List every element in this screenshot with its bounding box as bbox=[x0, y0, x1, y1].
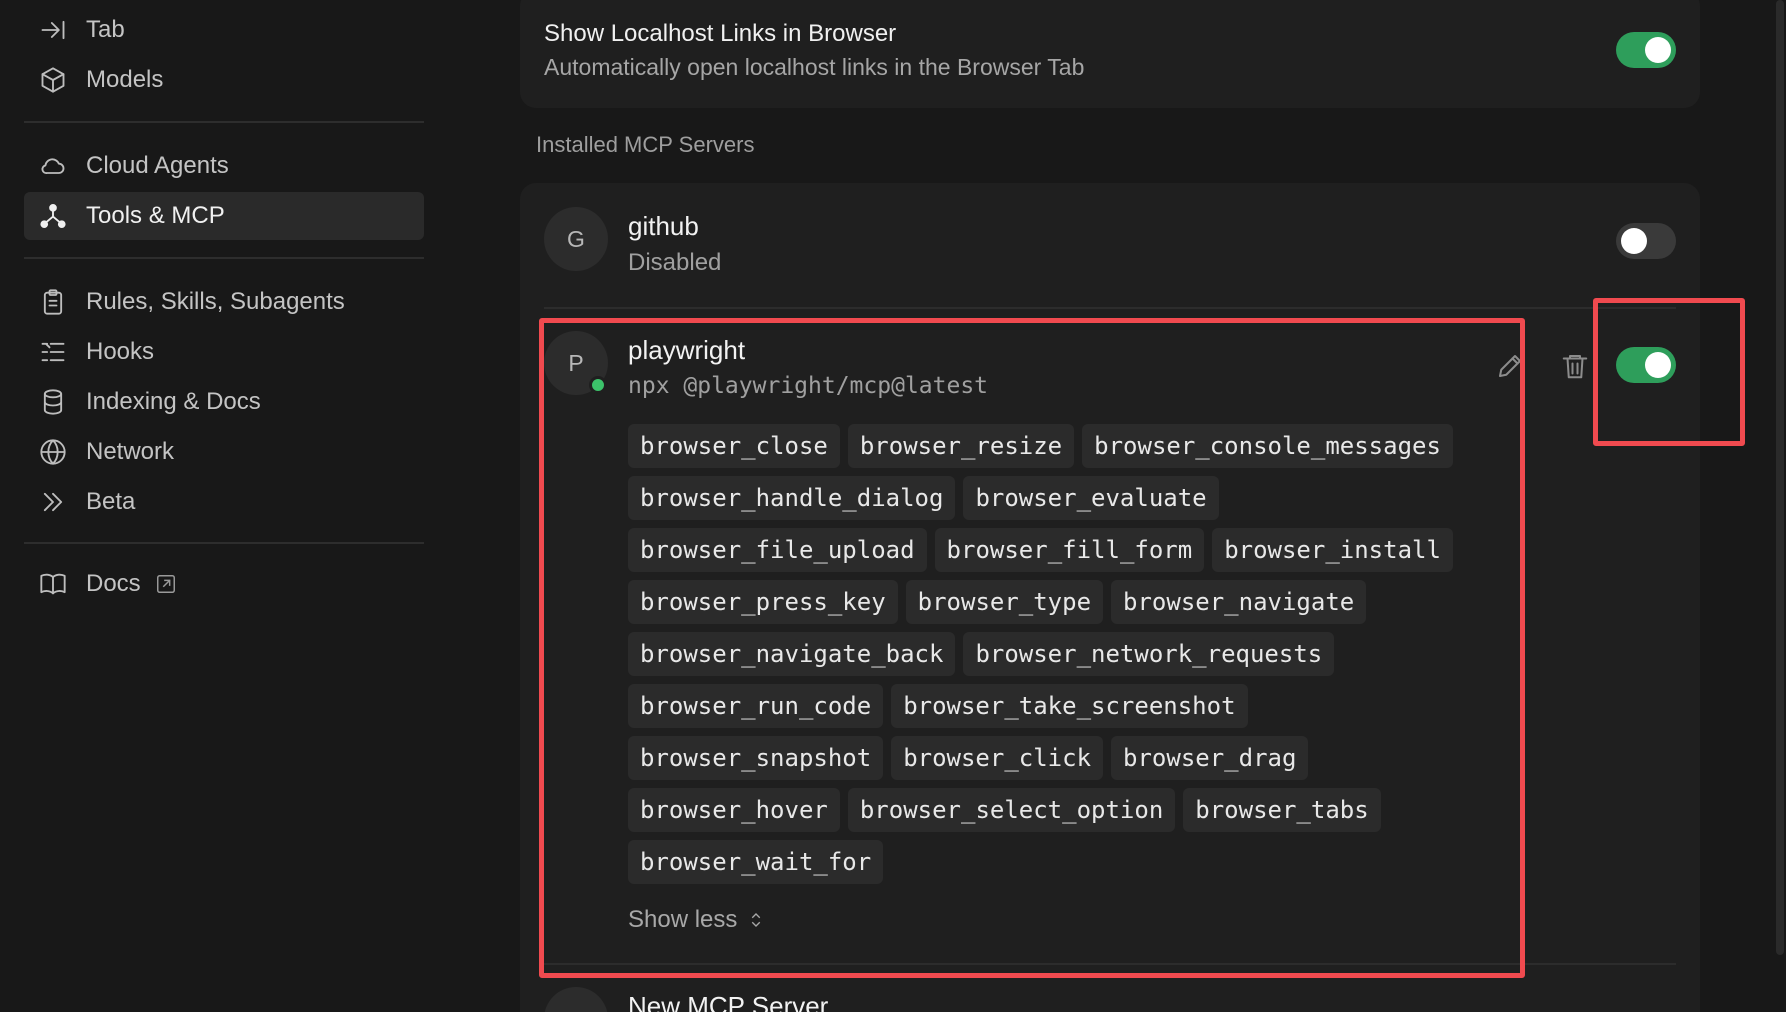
sidebar-divider bbox=[24, 121, 424, 123]
sidebar: Tab Models Cloud Agents Tools & MCP Rule… bbox=[0, 0, 440, 1012]
sidebar-item-label: Models bbox=[86, 66, 164, 93]
sidebar-divider bbox=[24, 257, 424, 259]
sidebar-item-label: Tools & MCP bbox=[86, 202, 225, 229]
sidebar-item-label: Docs bbox=[86, 570, 141, 597]
sidebar-item-label: Cloud Agents bbox=[86, 152, 229, 179]
sidebar-item-cloud-agents[interactable]: Cloud Agents bbox=[24, 142, 424, 190]
github-toggle[interactable] bbox=[1616, 223, 1676, 259]
add-server-icon[interactable]: + bbox=[544, 987, 608, 1012]
sidebar-item-label: Beta bbox=[86, 488, 136, 515]
scrollbar[interactable] bbox=[1776, 0, 1784, 955]
sidebar-item-tools-mcp[interactable]: Tools & MCP bbox=[24, 192, 424, 240]
sidebar-item-label: Hooks bbox=[86, 338, 155, 365]
external-link-icon bbox=[155, 573, 177, 595]
sidebar-item-network[interactable]: Network bbox=[24, 428, 424, 476]
book-icon bbox=[38, 569, 68, 599]
sidebar-item-docs[interactable]: Docs bbox=[24, 560, 424, 608]
server-status: Disabled bbox=[628, 249, 722, 276]
sidebar-item-models[interactable]: Models bbox=[24, 56, 424, 104]
new-mcp-server-label[interactable]: New MCP Server bbox=[628, 991, 828, 1012]
sidebar-item-label: Rules, Skills, Subagents bbox=[86, 288, 345, 315]
tools-nodes-icon bbox=[38, 201, 68, 231]
tab-arrow-icon bbox=[38, 15, 68, 45]
sidebar-item-label: Indexing & Docs bbox=[86, 388, 261, 415]
sidebar-item-label: Tab bbox=[86, 16, 125, 43]
cloud-icon bbox=[38, 151, 68, 181]
globe-icon bbox=[38, 437, 68, 467]
hooks-list-icon bbox=[38, 337, 68, 367]
highlight-box-server bbox=[539, 318, 1525, 978]
sidebar-item-indexing-docs[interactable]: Indexing & Docs bbox=[24, 378, 424, 426]
trash-icon[interactable] bbox=[1560, 351, 1590, 381]
setting-title: Show Localhost Links in Browser bbox=[544, 20, 897, 47]
cube-icon bbox=[38, 65, 68, 95]
sidebar-item-hooks[interactable]: Hooks bbox=[24, 328, 424, 376]
sidebar-item-tab[interactable]: Tab bbox=[24, 6, 424, 54]
server-name: github bbox=[628, 211, 699, 241]
highlight-box-toggle bbox=[1593, 298, 1745, 446]
sidebar-item-label: Network bbox=[86, 438, 175, 465]
sidebar-item-beta[interactable]: Beta bbox=[24, 478, 424, 526]
localhost-setting-card: Show Localhost Links in Browser Automati… bbox=[520, 0, 1700, 108]
sidebar-divider bbox=[24, 542, 424, 544]
setting-description: Automatically open localhost links in th… bbox=[544, 54, 1085, 80]
chevrons-icon bbox=[38, 487, 68, 517]
clipboard-icon bbox=[38, 287, 68, 317]
sidebar-item-rules[interactable]: Rules, Skills, Subagents bbox=[24, 278, 424, 326]
section-label: Installed MCP Servers bbox=[536, 132, 755, 157]
database-icon bbox=[38, 387, 68, 417]
row-divider bbox=[544, 307, 1676, 309]
localhost-toggle[interactable] bbox=[1616, 32, 1676, 68]
avatar: G bbox=[544, 207, 608, 271]
